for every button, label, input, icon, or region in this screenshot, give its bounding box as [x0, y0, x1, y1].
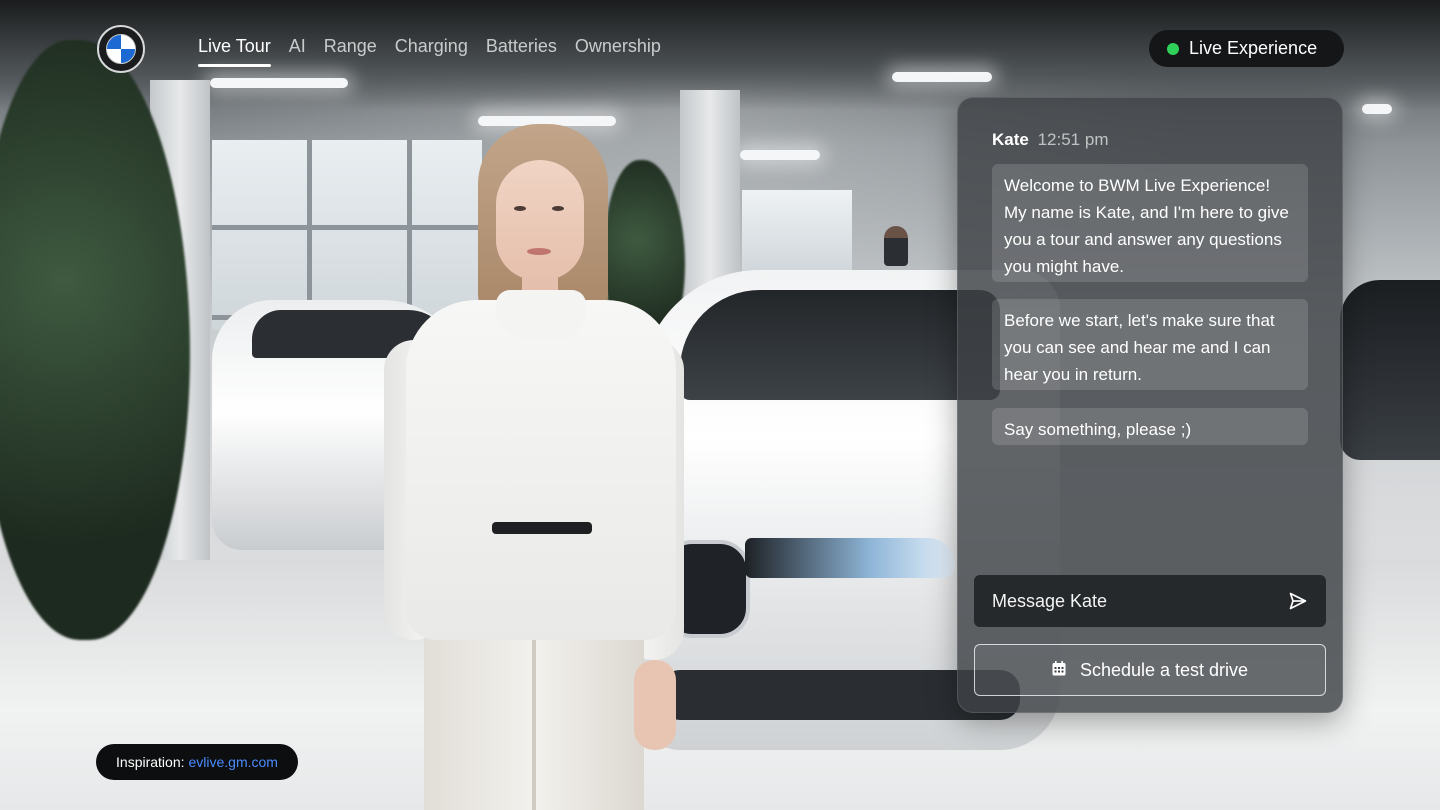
nav-item-charging[interactable]: Charging — [395, 36, 468, 67]
schedule-label: Schedule a test drive — [1079, 659, 1249, 680]
background-person — [884, 226, 908, 266]
brand-logo[interactable] — [97, 25, 145, 73]
nav-item-ai[interactable]: AI — [289, 36, 306, 67]
message-input[interactable] — [990, 589, 1286, 613]
calendar-icon — [1052, 660, 1066, 681]
message-input-box — [974, 575, 1326, 627]
nav-item-ownership[interactable]: Ownership — [575, 36, 661, 67]
chat-message: Say something, please ;) — [992, 408, 1308, 445]
main-nav: Live Tour AI Range Charging Batteries Ow… — [198, 36, 661, 67]
chat-message: Welcome to BWM Live Experience! My name … — [992, 164, 1308, 282]
inspiration-label: Inspiration: — [116, 754, 185, 770]
nav-item-live-tour[interactable]: Live Tour — [198, 36, 271, 67]
live-experience-badge[interactable]: Live Experience — [1149, 30, 1344, 67]
nav-item-range[interactable]: Range — [324, 36, 377, 67]
host-avatar-kate — [384, 120, 684, 810]
chat-panel: Kate 12:51 pm Welcome to BWM Live Experi… — [957, 97, 1343, 713]
ceiling-light — [210, 78, 348, 88]
live-status-dot — [1167, 42, 1179, 55]
chat-header: Kate 12:51 pm — [992, 130, 1108, 150]
ceiling-light — [892, 72, 992, 82]
agent-name: Kate — [992, 130, 1029, 149]
chat-message: Before we start, let's make sure that yo… — [992, 299, 1308, 390]
send-icon[interactable] — [1286, 589, 1310, 613]
message-time: 12:51 pm — [1037, 130, 1109, 149]
bmw-roundel-icon — [106, 34, 136, 64]
ceiling-light — [740, 150, 820, 160]
live-experience-label: Live Experience — [1189, 38, 1318, 58]
ceiling-light — [1362, 104, 1392, 114]
schedule-test-drive-button[interactable]: Schedule a test drive — [974, 644, 1326, 696]
showroom-window — [742, 190, 852, 280]
nav-item-batteries[interactable]: Batteries — [486, 36, 557, 67]
inspiration-link[interactable]: evlive.gm.com — [189, 754, 278, 770]
background-car-dark — [1340, 280, 1440, 460]
inspiration-badge: Inspiration: evlive.gm.com — [96, 744, 298, 780]
